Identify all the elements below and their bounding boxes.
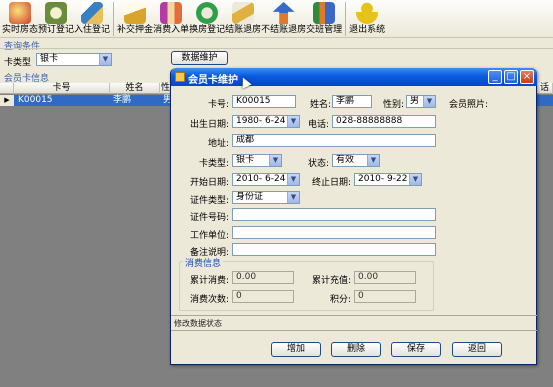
toolbar-button-exit[interactable]: 退出系统: [349, 0, 385, 38]
exit-icon: [356, 2, 379, 24]
dialog-titlebar[interactable]: 会员卡维护 _ □ ×: [171, 68, 537, 86]
start-date-label: 开始日期:: [189, 178, 229, 188]
id-no-label: 证件号码:: [189, 213, 229, 223]
edit-status-text: 修改数据状态: [174, 319, 222, 328]
chevron-down-icon[interactable]: ▼: [287, 116, 299, 127]
toolbar-button-deposit[interactable]: 补交押金: [117, 0, 153, 38]
total-consume-value: 0.00: [232, 271, 294, 284]
shift-icon: [313, 2, 336, 24]
status-label: 状态:: [307, 159, 329, 169]
change-room-icon: [196, 2, 219, 24]
card-no-field[interactable]: K00015: [232, 95, 296, 108]
house-status-icon: [9, 2, 31, 24]
card-type-label: 卡类型:: [198, 159, 229, 169]
column-header-phone[interactable]: 话: [537, 83, 553, 94]
total-recharge-value: 0.00: [354, 271, 416, 284]
toolbar-button-reservation[interactable]: 预订登记: [38, 0, 74, 38]
chevron-down-icon[interactable]: ▼: [269, 155, 281, 166]
checkout-icon: [232, 2, 255, 24]
points-value: 0: [354, 290, 416, 303]
photo-label: 会员照片:: [448, 100, 488, 110]
work-unit-field[interactable]: [232, 226, 436, 239]
address-label: 地址:: [207, 139, 229, 149]
toolbar-button-checkout[interactable]: 结账退房: [225, 0, 261, 38]
reservation-icon: [45, 2, 68, 24]
close-icon[interactable]: ×: [520, 70, 534, 84]
phone-field[interactable]: 028-88888888: [332, 115, 436, 128]
chevron-down-icon[interactable]: ▼: [287, 192, 299, 203]
chevron-down-icon[interactable]: ▼: [367, 155, 379, 166]
end-date-label: 终止日期:: [311, 178, 351, 188]
checkin-icon: [81, 2, 104, 24]
consumption-icon: [160, 2, 183, 24]
card-type-filter-select[interactable]: 银卡 ▼: [36, 53, 112, 66]
name-label: 姓名:: [309, 100, 331, 110]
gender-label: 性别:: [382, 100, 404, 110]
chevron-down-icon[interactable]: ▼: [99, 54, 111, 65]
chevron-down-icon[interactable]: ▼: [409, 174, 421, 185]
work-unit-label: 工作单位:: [189, 231, 229, 241]
chevron-down-icon[interactable]: ▼: [423, 96, 435, 107]
status-divider: [171, 315, 537, 316]
id-no-field[interactable]: [232, 208, 436, 221]
toolbar-separator: [345, 2, 347, 36]
toolbar-button-no-pay-checkout[interactable]: 不结账退房: [261, 0, 306, 38]
deposit-icon: [124, 2, 147, 24]
toolbar-separator: [113, 2, 115, 36]
consume-count-label: 消费次数:: [189, 295, 229, 305]
no-pay-checkout-icon: [272, 2, 295, 24]
data-maintain-button[interactable]: 数据维护: [171, 51, 228, 65]
window-app-icon: [175, 72, 185, 82]
toolbar-button-checkin[interactable]: 入住登记: [74, 0, 110, 38]
end-date-picker[interactable]: 2010- 9-22 ▼: [354, 173, 422, 186]
delete-button[interactable]: 删除: [331, 342, 381, 357]
cell-name: 李鹏: [113, 95, 132, 105]
member-card-dialog: 会员卡维护 _ □ × 卡号: K00015 姓名: 李鹏 性别: 男 ▼ 会员…: [170, 68, 537, 365]
save-button[interactable]: 保存: [391, 342, 441, 357]
card-type-select[interactable]: 银卡 ▼: [232, 154, 282, 167]
name-field[interactable]: 李鹏: [332, 95, 372, 108]
consume-count-value: 0: [232, 290, 294, 303]
back-button[interactable]: 返回: [452, 342, 502, 357]
gender-select[interactable]: 男 ▼: [406, 95, 436, 108]
minimize-icon[interactable]: _: [488, 70, 502, 84]
cell-card-no: K00015: [18, 95, 53, 105]
status-select[interactable]: 有效 ▼: [332, 154, 380, 167]
footer-divider: [171, 330, 537, 331]
toolbar-button-shift[interactable]: 交班管理: [306, 0, 342, 38]
column-header-name[interactable]: 姓名: [110, 83, 160, 94]
toolbar-button-change-room[interactable]: 换房登记: [189, 0, 225, 38]
address-field[interactable]: 成都: [232, 134, 436, 147]
main-toolbar: 实时房态 预订登记 入住登记 补交押金 消费入单 换房登记 结账退房 不结账退房…: [0, 0, 553, 38]
id-type-select[interactable]: 身份证 ▼: [232, 191, 300, 204]
query-section-title: 查询条件: [4, 42, 41, 52]
card-no-label: 卡号:: [207, 100, 229, 110]
query-divider: [0, 48, 553, 49]
maximize-icon[interactable]: □: [504, 70, 518, 84]
consume-info-title: 消费信息: [183, 256, 224, 269]
toolbar-button-realtime-status[interactable]: 实时房态: [2, 0, 38, 38]
start-date-picker[interactable]: 2010- 6-24 ▼: [232, 173, 300, 186]
total-recharge-label: 累计充值:: [311, 276, 351, 286]
remark-field[interactable]: [232, 243, 436, 256]
toolbar-button-consumption[interactable]: 消费入单: [153, 0, 189, 38]
card-type-filter-label: 卡类型: [4, 58, 32, 68]
chevron-down-icon[interactable]: ▼: [287, 174, 299, 185]
total-consume-label: 累计消费:: [189, 276, 229, 286]
column-header-card-no[interactable]: 卡号: [14, 83, 110, 94]
row-pointer-icon: ▶: [0, 95, 14, 106]
birthday-label: 出生日期:: [189, 120, 229, 130]
birthday-picker[interactable]: 1980- 6-24 ▼: [232, 115, 300, 128]
points-label: 积分:: [329, 295, 351, 305]
add-button[interactable]: 增加: [271, 342, 321, 357]
id-type-label: 证件类型:: [189, 196, 229, 206]
phone-label: 电话:: [307, 120, 329, 130]
grid-corner: [0, 83, 14, 94]
dialog-title: 会员卡维护: [188, 75, 238, 86]
